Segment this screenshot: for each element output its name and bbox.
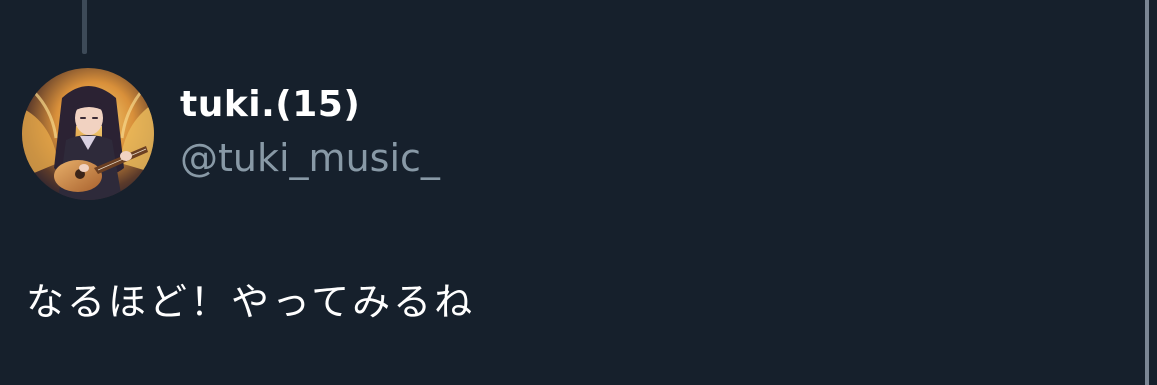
tweet-text: なるほど！やってみるね: [26, 280, 476, 324]
tweet: tuki.(15) @tuki_music_ なるほど！やってみるね: [0, 0, 1157, 385]
avatar[interactable]: [22, 68, 154, 200]
panel-right-edge: [1149, 0, 1157, 385]
author-handle[interactable]: @tuki_music_: [180, 136, 440, 180]
thread-connector-line: [82, 0, 87, 54]
author-display-name[interactable]: tuki.(15): [180, 84, 360, 126]
avatar-icon: [22, 68, 154, 200]
